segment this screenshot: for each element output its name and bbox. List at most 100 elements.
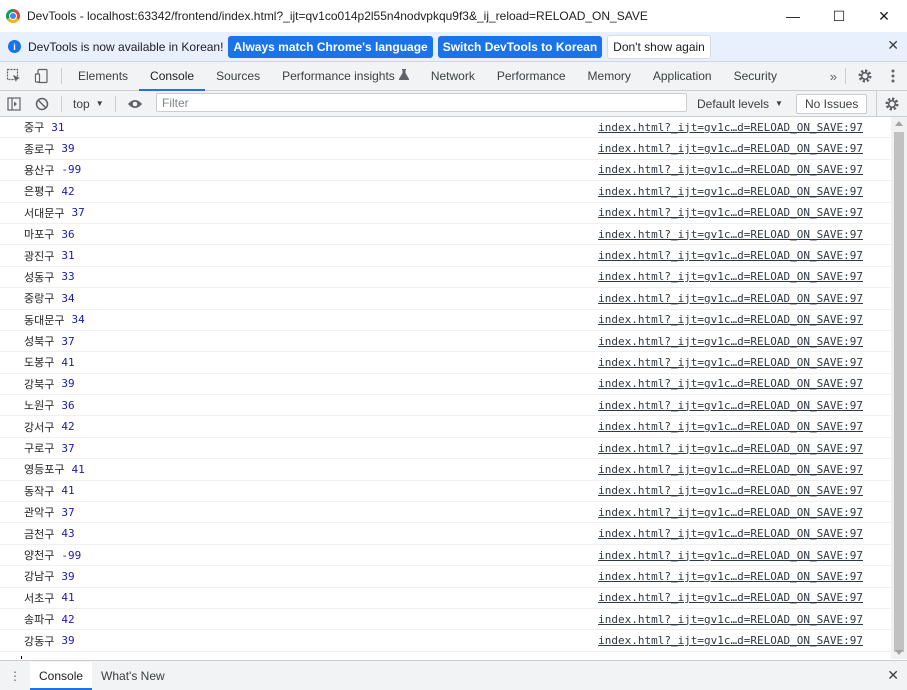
message-source-link[interactable]: index.html?_ijt=gv1c…d=RELOAD_ON_SAVE:97	[598, 484, 863, 497]
settings-gear-icon[interactable]	[851, 62, 879, 90]
tab-performance-insights[interactable]: Performance insights	[271, 62, 420, 90]
window-title-bar: DevTools - localhost:63342/frontend/inde…	[0, 0, 907, 32]
drawer-close-icon[interactable]: ✕	[887, 667, 899, 684]
message-source-link[interactable]: index.html?_ijt=gv1c…d=RELOAD_ON_SAVE:97	[598, 163, 863, 176]
always-match-language-button[interactable]: Always match Chrome's language	[228, 35, 433, 58]
message-source-link[interactable]: index.html?_ijt=gv1c…d=RELOAD_ON_SAVE:97	[598, 399, 863, 412]
tab-elements[interactable]: Elements	[67, 62, 139, 90]
toolbar-divider	[114, 95, 116, 112]
tab-application[interactable]: Application	[642, 62, 723, 90]
drawer-menu-icon[interactable]: ⋮	[0, 662, 30, 690]
tab-memory[interactable]: Memory	[577, 62, 642, 90]
message-source-link[interactable]: index.html?_ijt=gv1c…d=RELOAD_ON_SAVE:97	[598, 335, 863, 348]
message-source-link[interactable]: index.html?_ijt=gv1c…d=RELOAD_ON_SAVE:97	[598, 377, 863, 390]
message-source-link[interactable]: index.html?_ijt=gv1c…d=RELOAD_ON_SAVE:97	[598, 420, 863, 433]
message-number-value: 39	[61, 569, 75, 583]
scroll-up-arrow-icon[interactable]	[895, 121, 903, 126]
message-source-link[interactable]: index.html?_ijt=gv1c…d=RELOAD_ON_SAVE:97	[598, 270, 863, 283]
message-district-text: 종로구	[24, 142, 55, 156]
message-source-link[interactable]: index.html?_ijt=gv1c…d=RELOAD_ON_SAVE:97	[598, 591, 863, 604]
console-message-row: 구로구 37 index.html?_ijt=gv1c…d=RELOAD_ON_SA…	[0, 438, 891, 460]
customize-menu-icon[interactable]	[879, 62, 907, 90]
message-district-text: 강북구	[24, 377, 55, 391]
console-message-row: 동대문구 34 index.html?_ijt=gv1c…d=RELOAD_ON_S…	[0, 310, 891, 331]
tab-security[interactable]: Security	[723, 62, 788, 90]
minimize-button[interactable]: —	[770, 0, 816, 32]
message-source-link[interactable]: index.html?_ijt=gv1c…d=RELOAD_ON_SAVE:97	[598, 442, 863, 455]
context-selector[interactable]: top ▼	[67, 97, 110, 111]
filter-input[interactable]: Filter	[156, 93, 687, 112]
message-number-value: 41	[61, 591, 75, 605]
show-sidebar-icon[interactable]	[0, 91, 28, 116]
scrollbar-thumb[interactable]	[894, 132, 904, 652]
console-message-row: 영등포구 41 index.html?_ijt=gv1c…d=RELOAD_ON_S…	[0, 459, 891, 481]
switch-to-korean-button[interactable]: Switch DevTools to Korean	[437, 35, 603, 58]
infobar-message: DevTools is now available in Korean!	[28, 39, 224, 54]
message-number-value: 41	[61, 484, 75, 498]
message-source-link[interactable]: index.html?_ijt=gv1c…d=RELOAD_ON_SAVE:97	[598, 356, 863, 369]
message-source-link[interactable]: index.html?_ijt=gv1c…d=RELOAD_ON_SAVE:97	[598, 228, 863, 241]
dont-show-again-button[interactable]: Don't show again	[607, 34, 711, 59]
message-source-link[interactable]: index.html?_ijt=gv1c…d=RELOAD_ON_SAVE:97	[598, 142, 863, 155]
console-message-row: 강남구 39 index.html?_ijt=gv1c…d=RELOAD_ON_SA…	[0, 566, 891, 588]
tab-sources[interactable]: Sources	[205, 62, 271, 90]
maximize-button[interactable]: ☐	[816, 0, 862, 32]
message-district-text: 영등포구	[24, 463, 65, 477]
console-scrollbar[interactable]	[891, 117, 907, 659]
dropdown-arrow-icon: ▼	[95, 99, 104, 108]
more-tabs-chevron-icon[interactable]: »	[830, 62, 837, 90]
console-message-row: 강북구 39 index.html?_ijt=gv1c…d=RELOAD_ON_SA…	[0, 374, 891, 396]
inspect-element-icon[interactable]	[0, 62, 28, 90]
message-source-link[interactable]: index.html?_ijt=gv1c…d=RELOAD_ON_SAVE:97	[598, 313, 863, 326]
console-message-row: 중랑구 34 index.html?_ijt=gv1c…d=RELOAD_ON_SA…	[0, 288, 891, 310]
message-district-text: 송파구	[24, 613, 55, 627]
drawer-tab-whats-new[interactable]: What's New	[92, 662, 174, 690]
message-district-text: 광진구	[24, 249, 55, 263]
live-expression-eye-icon[interactable]	[121, 91, 149, 116]
message-number-value: 34	[61, 291, 75, 305]
drawer-tab-console[interactable]: Console	[30, 661, 93, 690]
message-source-link[interactable]: index.html?_ijt=gv1c…d=RELOAD_ON_SAVE:97	[598, 570, 863, 583]
default-levels-label: Default levels	[697, 96, 770, 111]
message-district-text: 금천구	[24, 527, 55, 541]
message-number-value: 37	[71, 206, 85, 220]
message-number-value: 42	[61, 612, 75, 626]
tab-console[interactable]: Console	[139, 62, 206, 91]
message-source-link[interactable]: index.html?_ijt=gv1c…d=RELOAD_ON_SAVE:97	[598, 292, 863, 305]
console-toolbar: top ▼ Filter Default levels ▼ No Issues	[0, 91, 907, 117]
console-message-row: 도봉구 41 index.html?_ijt=gv1c…d=RELOAD_ON_SA…	[0, 352, 891, 374]
message-district-text: 강남구	[24, 570, 55, 584]
clear-console-icon[interactable]	[28, 91, 56, 116]
message-source-link[interactable]: index.html?_ijt=gv1c…d=RELOAD_ON_SAVE:97	[598, 121, 863, 134]
message-source-link[interactable]: index.html?_ijt=gv1c…d=RELOAD_ON_SAVE:97	[598, 463, 863, 476]
message-source-link[interactable]: index.html?_ijt=gv1c…d=RELOAD_ON_SAVE:97	[598, 506, 863, 519]
message-source-link[interactable]: index.html?_ijt=gv1c…d=RELOAD_ON_SAVE:97	[598, 634, 863, 647]
console-message-row: 용산구 -99 index.html?_ijt=gv1c…d=RELOAD_ON_S…	[0, 160, 891, 182]
message-district-text: 동작구	[24, 484, 55, 498]
message-source-link[interactable]: index.html?_ijt=gv1c…d=RELOAD_ON_SAVE:97	[598, 206, 863, 219]
message-source-link[interactable]: index.html?_ijt=gv1c…d=RELOAD_ON_SAVE:97	[598, 249, 863, 262]
console-message-row: 금천구 43 index.html?_ijt=gv1c…d=RELOAD_ON_SA…	[0, 523, 891, 545]
console-prompt[interactable]: >	[0, 652, 891, 659]
console-message-row: 중구 31 index.html?_ijt=gv1c…d=RELOAD_ON_SAV…	[0, 117, 891, 139]
prompt-chevron-icon: >	[8, 656, 15, 659]
message-source-link[interactable]: index.html?_ijt=gv1c…d=RELOAD_ON_SAVE:97	[598, 613, 863, 626]
message-number-value: 39	[61, 142, 75, 156]
infobar-close-icon[interactable]: ✕	[887, 37, 899, 54]
scroll-down-arrow-icon[interactable]	[895, 650, 903, 655]
tab-performance[interactable]: Performance	[486, 62, 577, 90]
default-levels-dropdown[interactable]: Default levels ▼	[697, 91, 783, 116]
issues-counter-button[interactable]: No Issues	[796, 94, 868, 114]
message-source-link[interactable]: index.html?_ijt=gv1c…d=RELOAD_ON_SAVE:97	[598, 549, 863, 562]
message-source-link[interactable]: index.html?_ijt=gv1c…d=RELOAD_ON_SAVE:97	[598, 185, 863, 198]
close-window-button[interactable]: ✕	[861, 0, 907, 32]
message-district-text: 관악구	[24, 506, 55, 520]
tabbar-right-actions	[840, 62, 907, 90]
tab-network[interactable]: Network	[420, 62, 486, 90]
console-settings-gear-icon[interactable]	[876, 91, 907, 116]
message-number-value: 37	[61, 441, 75, 455]
message-source-link[interactable]: index.html?_ijt=gv1c…d=RELOAD_ON_SAVE:97	[598, 527, 863, 540]
device-toolbar-icon[interactable]	[28, 62, 56, 90]
info-icon: i	[8, 40, 21, 53]
chrome-logo-icon	[6, 9, 20, 23]
